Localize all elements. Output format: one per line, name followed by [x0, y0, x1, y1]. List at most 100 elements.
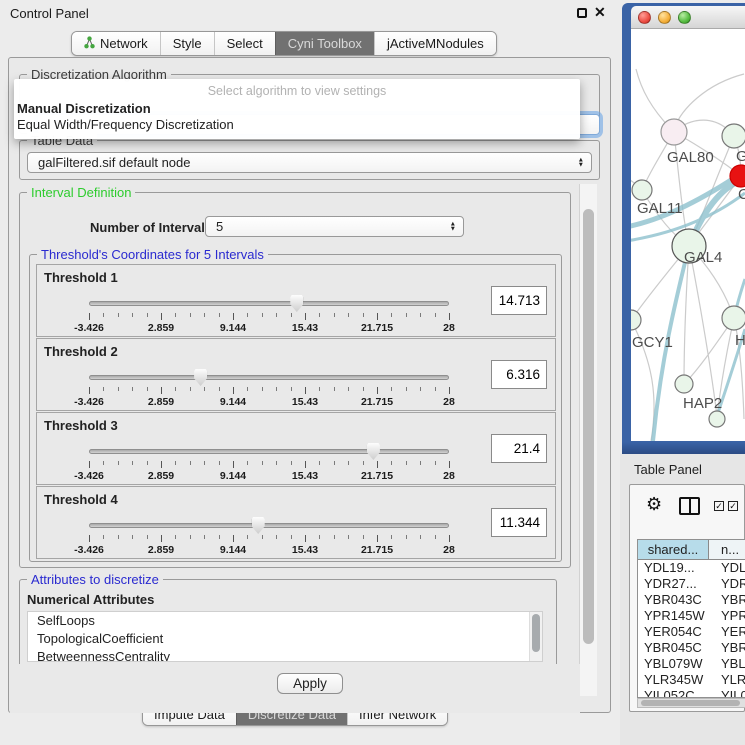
tick-mark [132, 387, 133, 391]
threshold-value-input[interactable] [491, 360, 547, 389]
table-row[interactable]: YDL19...YDL1 [638, 560, 745, 576]
attribute-item[interactable]: SelfLoops [28, 612, 542, 630]
slider-thumb[interactable] [252, 517, 265, 534]
table-data-combobox[interactable]: galFiltered.sif default node ▲▼ [27, 152, 592, 173]
slider-ticks [89, 535, 449, 544]
network-node-partial-g[interactable] [722, 124, 745, 148]
tick-mark [147, 387, 148, 391]
traffic-light-zoom-icon[interactable] [678, 11, 691, 24]
network-window: GAL80 G. C GAL11 GAL4 GCY1 H HAP2 [622, 3, 745, 454]
table-row[interactable]: YDR27...YDR2 [638, 576, 745, 592]
network-node-partial-h[interactable] [722, 306, 745, 330]
tick-mark [175, 387, 176, 391]
screen: Control Panel ✕ NetworkStyleSelectCyni T… [0, 0, 745, 745]
slider-track [89, 301, 449, 306]
table-row[interactable]: YPR145WYPR1 [638, 608, 745, 624]
tick-mark [377, 387, 378, 394]
numerical-attributes-list[interactable]: SelfLoopsTopologicalCoefficientBetweenne… [27, 611, 543, 662]
tab-select[interactable]: Select [214, 32, 275, 55]
scale-tick-label: -3.426 [74, 396, 104, 408]
tick-mark [161, 387, 162, 394]
panel-scrollbar[interactable] [579, 184, 597, 696]
network-canvas[interactable]: GAL80 G. C GAL11 GAL4 GCY1 H HAP2 [631, 29, 745, 441]
threshold-slider[interactable]: -3.4262.8599.14415.4321.71528 [89, 441, 449, 485]
tick-mark [435, 535, 436, 539]
gear-icon[interactable]: ⚙ [646, 494, 662, 515]
tab-style[interactable]: Style [160, 32, 214, 55]
slider-thumb[interactable] [367, 443, 380, 460]
threshold-panel-3: Threshold 3 -3.4262.8599.14415.4321.71528 [36, 412, 556, 485]
tick-mark [291, 387, 292, 391]
list-scrollbar[interactable] [529, 612, 542, 661]
table-row[interactable]: YER054CYER0 [638, 624, 745, 640]
tick-mark [262, 387, 263, 391]
algorithm-option-manual-discretization[interactable]: Manual Discretization [14, 98, 580, 116]
table-row[interactable]: YBR045CYBR0 [638, 640, 745, 656]
network-node-gcy1[interactable] [631, 310, 641, 330]
tick-mark [305, 535, 306, 542]
columns-icon-divider [689, 499, 691, 513]
tick-mark [406, 313, 407, 317]
algorithm-option-equal-width-frequency[interactable]: Equal Width/Frequency Discretization [14, 116, 580, 132]
horizontal-scrollbar[interactable] [637, 698, 745, 708]
panel-scrollbar-thumb[interactable] [583, 209, 594, 644]
traffic-light-close-icon[interactable] [638, 11, 651, 24]
traffic-light-minimize-icon[interactable] [658, 11, 671, 24]
network-window-titlebar[interactable] [631, 6, 745, 29]
tick-mark [219, 461, 220, 465]
apply-button[interactable]: Apply [277, 673, 343, 694]
threshold-value-input[interactable] [491, 434, 547, 463]
threshold-slider[interactable]: -3.4262.8599.14415.4321.71528 [89, 367, 449, 411]
tick-mark [247, 313, 248, 317]
tick-mark [319, 387, 320, 391]
threshold-slider[interactable]: -3.4262.8599.14415.4321.71528 [89, 293, 449, 337]
threshold-value-input[interactable] [491, 508, 547, 537]
number-of-intervals-combobox[interactable]: 5 ▲▼ [205, 216, 464, 237]
columns-icon[interactable] [679, 497, 700, 515]
network-node-gal11[interactable] [632, 180, 652, 200]
node-label-partial-h: H [735, 332, 745, 349]
tick-mark [391, 387, 392, 391]
checkbox-checked-icon[interactable]: ✓ [728, 501, 738, 511]
horizontal-scrollbar-thumb[interactable] [641, 700, 740, 706]
table-cell-shared-name: YBR045C [638, 640, 709, 656]
threshold-label: Threshold 3 [44, 418, 118, 433]
tab-network[interactable]: Network [72, 32, 160, 55]
network-node-gal80[interactable] [661, 119, 687, 145]
table-row[interactable]: YBR043CYBR0 [638, 592, 745, 608]
attribute-item[interactable]: BetweennessCentrality [28, 648, 542, 662]
slider-thumb[interactable] [194, 369, 207, 386]
tick-mark [276, 313, 277, 317]
checkbox-checked-icon[interactable]: ✓ [714, 501, 724, 511]
column-header-shared-name[interactable]: shared... [638, 540, 709, 559]
close-icon[interactable]: ✕ [594, 4, 606, 21]
attribute-item[interactable]: TopologicalCoefficient [28, 630, 542, 648]
slider-thumb[interactable] [290, 295, 303, 312]
float-window-icon[interactable] [577, 8, 587, 18]
tick-mark [449, 387, 450, 394]
list-scrollbar-thumb[interactable] [532, 614, 540, 652]
tick-mark [175, 313, 176, 317]
column-header-name[interactable]: n... [709, 540, 745, 559]
tab-jactivemnodules[interactable]: jActiveMNodules [374, 32, 496, 55]
threshold-value-input[interactable] [491, 286, 547, 315]
tab-label: Select [227, 36, 263, 51]
tick-mark [103, 313, 104, 317]
tab-cyni-toolbox[interactable]: Cyni Toolbox [275, 32, 374, 55]
scale-tick-label: 21.715 [361, 544, 393, 556]
node-table: shared... n... YDL19...YDL1YDR27...YDR2Y… [637, 539, 745, 698]
threshold-label: Threshold 1 [44, 270, 118, 285]
threshold-slider[interactable]: -3.4262.8599.14415.4321.71528 [89, 515, 449, 559]
tick-mark [190, 535, 191, 539]
tick-mark [391, 461, 392, 465]
network-node-hap2[interactable] [675, 375, 693, 393]
table-row[interactable]: YIL052CYIL0 [638, 688, 745, 698]
slider-track [89, 449, 449, 454]
table-row[interactable]: YBL079WYBL0 [638, 656, 745, 672]
scale-tick-label: 9.144 [220, 544, 246, 556]
scale-tick-label: 21.715 [361, 396, 393, 408]
table-row[interactable]: YLR345WYLR3 [638, 672, 745, 688]
network-node-bottom[interactable] [709, 411, 725, 427]
interval-definition-group: Interval Definition Number of Intervals … [19, 192, 571, 568]
tick-mark [89, 313, 90, 320]
